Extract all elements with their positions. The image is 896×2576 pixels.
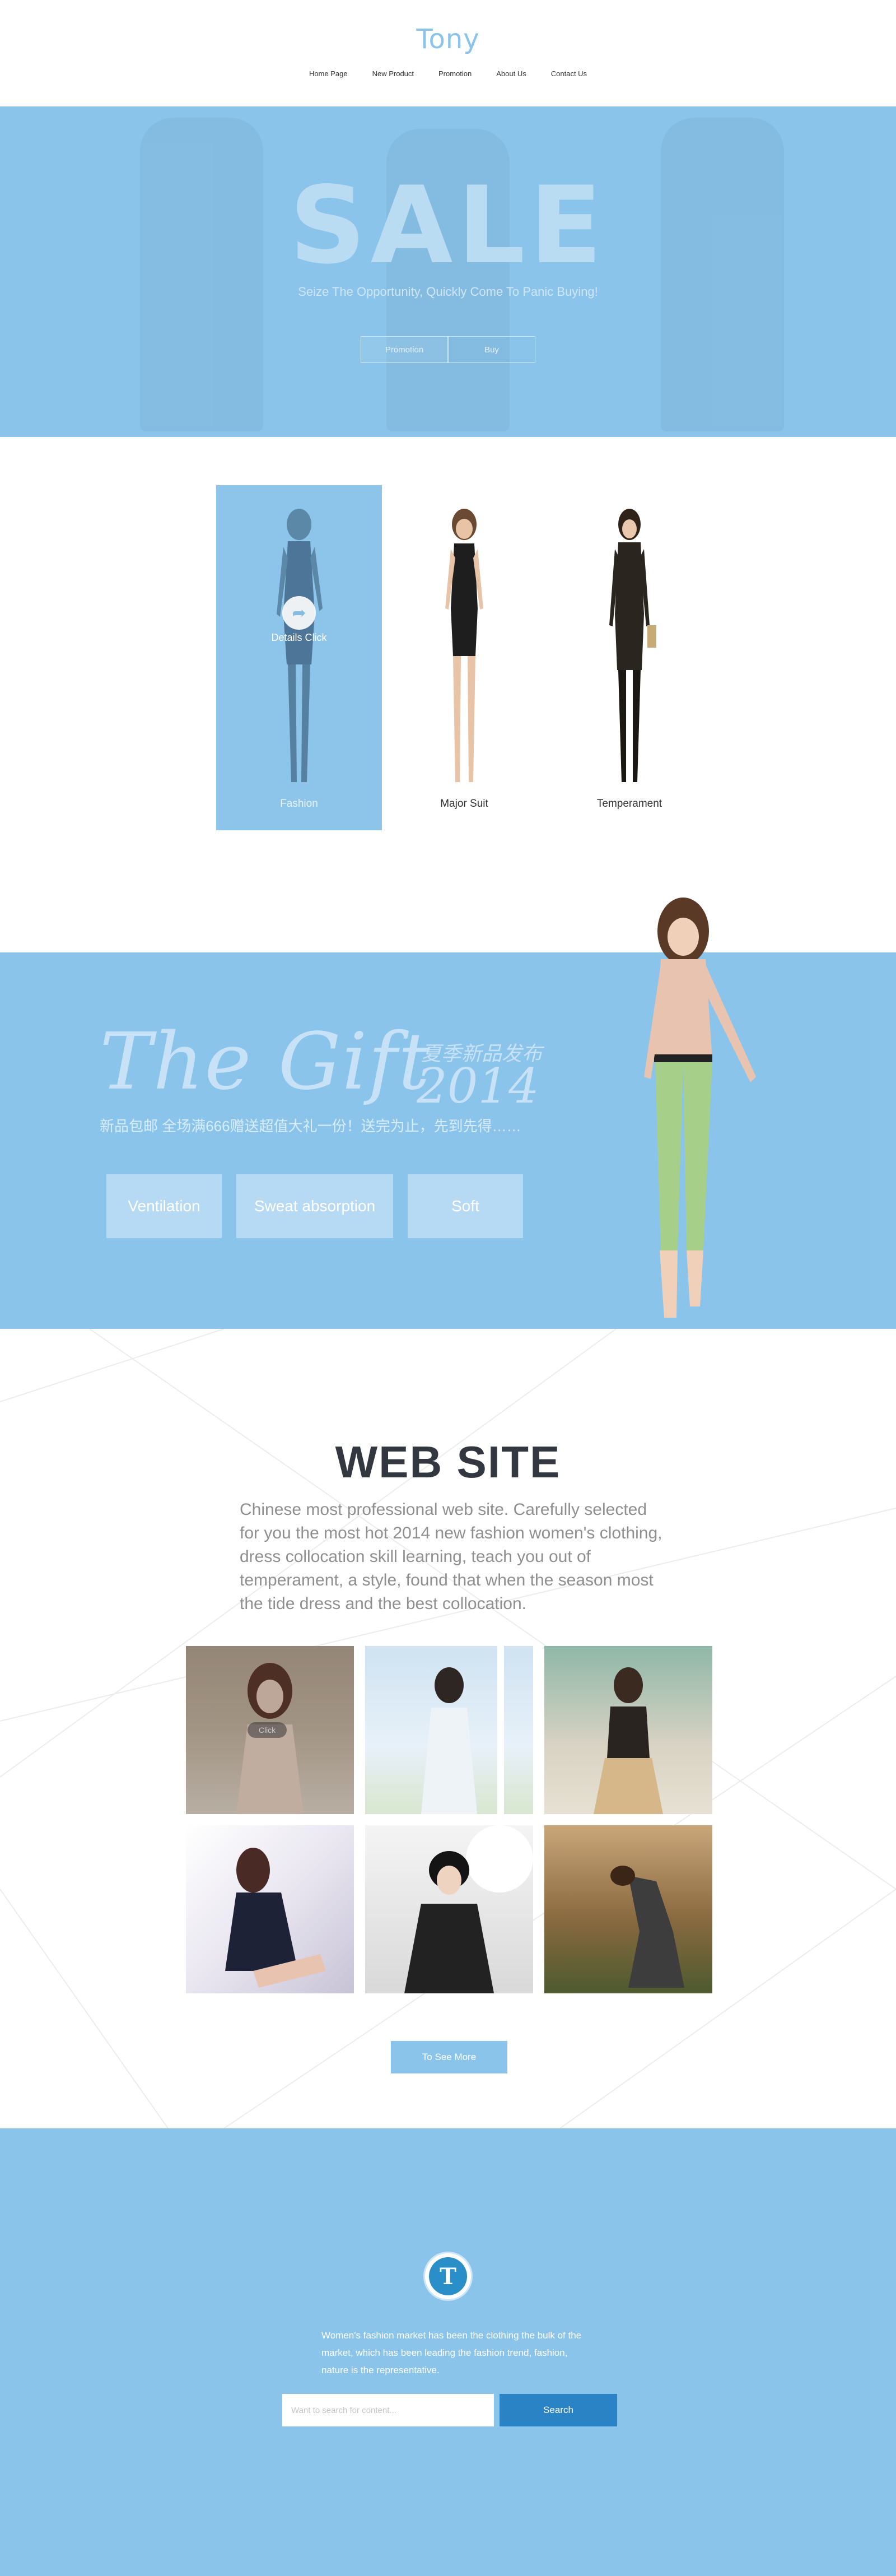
product-card-major-suit[interactable]: Major Suit: [381, 485, 547, 830]
site-logo[interactable]: Tony: [0, 24, 896, 55]
buy-button[interactable]: Buy: [448, 336, 535, 363]
tag-ventilation[interactable]: Ventilation: [106, 1174, 222, 1238]
logo-mark: T: [429, 2257, 467, 2295]
section-description: Chinese most professional web site. Care…: [240, 1500, 662, 1613]
sale-title: SALE: [289, 164, 607, 287]
search-input[interactable]: [282, 2394, 494, 2426]
promotion-button[interactable]: Promotion: [361, 336, 448, 363]
sale-banner: SALE Seize The Opportunity, Quickly Come…: [0, 106, 896, 437]
gallery-photo: [610, 1866, 684, 1988]
footer-logo-icon[interactable]: T: [423, 2252, 473, 2301]
gift-tagline: 新品包邮 全场满666赠送超值大礼一份！送完为止，先到先得……: [100, 1118, 521, 1134]
gallery-tile[interactable]: [186, 1825, 354, 1993]
nav-new-product[interactable]: New Product: [372, 69, 414, 78]
gallery-photo: [404, 1825, 533, 1993]
product-label: Major Suit: [440, 798, 488, 810]
details-click-label[interactable]: Details Click: [216, 632, 382, 644]
gallery-photo: [421, 1646, 504, 1814]
footer-search: Search: [282, 2394, 617, 2426]
nav-contact-us[interactable]: Contact Us: [551, 69, 587, 78]
see-more-button[interactable]: To See More: [391, 2041, 507, 2073]
gallery-tile[interactable]: [365, 1646, 533, 1814]
model-figure: [445, 509, 483, 782]
gallery-tile[interactable]: Click: [186, 1646, 354, 1814]
tag-sweat-absorption[interactable]: Sweat absorption: [236, 1174, 393, 1238]
model-figure: [277, 509, 323, 782]
sale-subtitle: Seize The Opportunity, Quickly Come To P…: [298, 285, 598, 299]
site-header: Tony Home Page New Product Promotion Abo…: [0, 0, 896, 106]
gallery-tile[interactable]: [544, 1646, 712, 1814]
product-card-fashion[interactable]: ➦ Details Click Fashion: [216, 485, 382, 830]
gift-tags: Ventilation Sweat absorption Soft: [106, 1174, 523, 1238]
search-button[interactable]: Search: [500, 2394, 617, 2426]
product-showcase: ➦ Details Click Fashion Major Suit Tempe…: [0, 437, 896, 952]
gift-banner: The Gift 夏季新品发布 2014 新品包邮 全场满666赠送超值大礼一份…: [0, 898, 896, 1329]
gallery-photo: [236, 1663, 304, 1814]
site-footer: T Women's fashion market has been the cl…: [0, 2128, 896, 2576]
nav-promotion[interactable]: Promotion: [438, 69, 472, 78]
gift-title: The Gift: [100, 1016, 431, 1108]
gallery-photo: [225, 1848, 326, 1988]
nav-home[interactable]: Home Page: [309, 69, 348, 78]
product-label: Fashion: [280, 798, 318, 810]
sale-buttons: Promotion Buy: [361, 336, 535, 363]
main-nav: Home Page New Product Promotion About Us…: [0, 69, 896, 78]
footer-description: Women's fashion market has been the clot…: [321, 2330, 582, 2375]
gallery-tile[interactable]: [365, 1825, 533, 1993]
gift-model-image: [644, 898, 756, 1318]
product-card-temperament[interactable]: Temperament: [547, 485, 712, 830]
click-badge[interactable]: Click: [248, 1722, 287, 1738]
section-title: WEB SITE: [335, 1437, 561, 1487]
product-label: Temperament: [596, 798, 662, 810]
nav-about-us[interactable]: About Us: [496, 69, 526, 78]
website-gallery-section: WEB SITE Chinese most professional web s…: [0, 1329, 896, 2128]
share-arrow-icon[interactable]: ➦: [282, 596, 316, 630]
gallery-tile[interactable]: [544, 1825, 712, 1993]
model-figure: [609, 509, 656, 782]
gift-year: 2014: [417, 1058, 539, 1114]
photo-grid: Click: [186, 1646, 712, 1993]
tag-soft[interactable]: Soft: [408, 1174, 523, 1238]
gallery-photo: [594, 1667, 663, 1814]
